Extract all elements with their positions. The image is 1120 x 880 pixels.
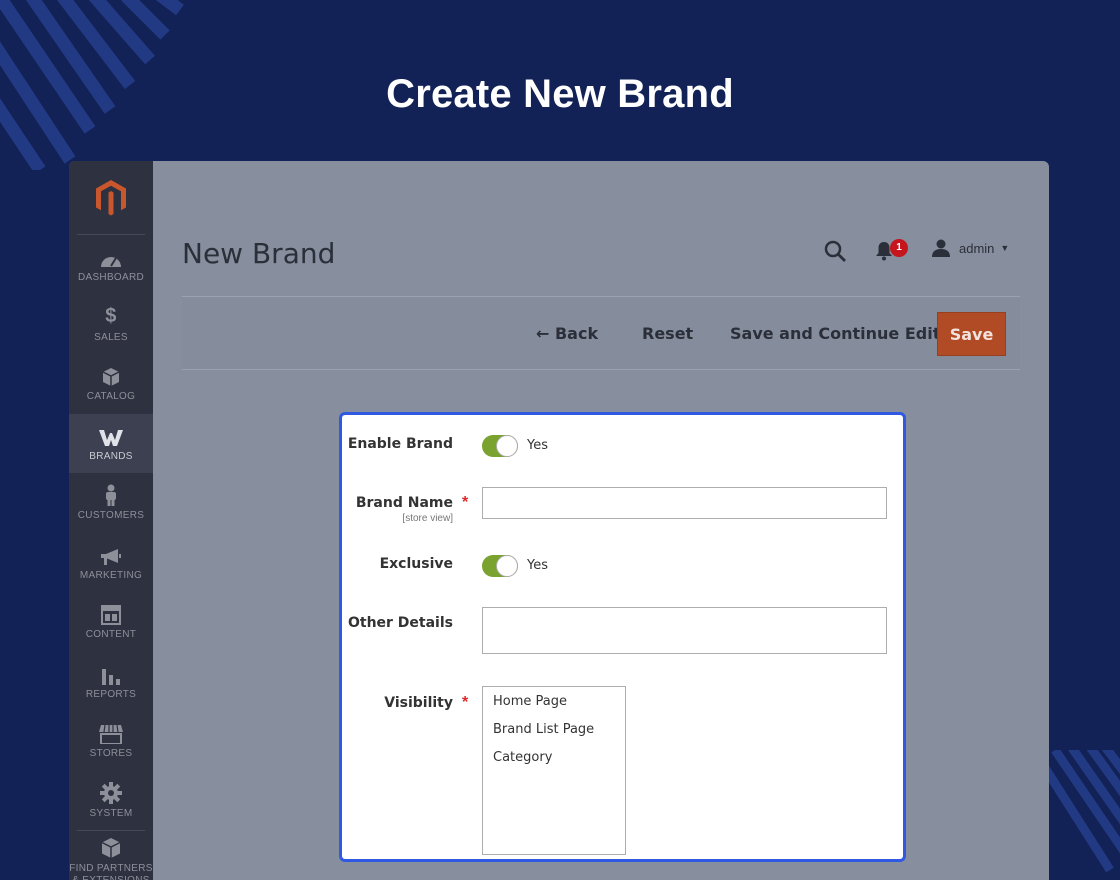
- dashboard-icon: [100, 246, 122, 268]
- box-icon: [102, 365, 120, 387]
- sidebar-item-sales[interactable]: $ SALES: [69, 295, 153, 355]
- sidebar: DASHBOARD $ SALES CATALOG BRANDS CUSTOME…: [69, 161, 153, 880]
- brand-name-input[interactable]: [482, 487, 887, 519]
- magento-logo[interactable]: [77, 161, 145, 235]
- search-icon: [824, 240, 846, 262]
- notification-badge: 1: [890, 239, 908, 257]
- sidebar-item-label: REPORTS: [85, 688, 137, 700]
- username: admin: [959, 240, 995, 256]
- bar-chart-icon: [101, 663, 121, 685]
- sidebar-item-label: BRANDS: [89, 450, 133, 462]
- admin-window: DASHBOARD $ SALES CATALOG BRANDS CUSTOME…: [69, 161, 1049, 880]
- dollar-icon: $: [105, 304, 117, 327]
- chevron-down-icon: ▼: [1000, 243, 1010, 253]
- promo-title: Create New Brand: [386, 72, 734, 116]
- save-button[interactable]: Save: [937, 312, 1006, 356]
- user-menu[interactable]: admin ▼: [931, 239, 1009, 257]
- visibility-label: Visibility: [384, 695, 453, 711]
- visibility-option[interactable]: Category: [483, 747, 625, 775]
- reset-button[interactable]: Reset: [642, 312, 693, 356]
- enable-brand-toggle[interactable]: [482, 435, 518, 457]
- gear-icon: [100, 781, 122, 804]
- search-button[interactable]: [823, 239, 847, 268]
- main-content: New Brand 1 admin ▼ ← Back Reset Save an…: [153, 161, 1049, 880]
- sidebar-item-brands[interactable]: BRANDS: [69, 413, 153, 473]
- sidebar-item-find-partners[interactable]: FIND PARTNERS & EXTENSIONS: [69, 830, 152, 880]
- required-marker: *: [462, 694, 469, 711]
- exclusive-label: Exclusive: [379, 556, 453, 572]
- storefront-icon: [99, 722, 123, 745]
- brands-icon: [98, 425, 124, 447]
- arrow-left-icon: ←: [536, 324, 550, 343]
- sidebar-item-system[interactable]: SYSTEM: [69, 771, 153, 831]
- layout-icon: [101, 603, 121, 626]
- person-icon: [104, 484, 118, 507]
- magento-logo-icon: [96, 179, 126, 215]
- page-title: New Brand: [182, 237, 336, 270]
- back-button[interactable]: ← Back: [536, 312, 598, 356]
- enable-brand-value: Yes: [527, 438, 548, 453]
- required-marker: *: [462, 494, 469, 511]
- back-button-label: Back: [554, 324, 599, 343]
- sidebar-item-label: MARKETING: [79, 569, 143, 581]
- enable-brand-label: Enable Brand: [347, 436, 453, 452]
- sidebar-item-dashboard[interactable]: DASHBOARD: [69, 235, 153, 295]
- sidebar-item-label: STORES: [89, 748, 133, 760]
- sidebar-item-customers[interactable]: CUSTOMERS: [69, 473, 153, 533]
- sidebar-item-label: DASHBOARD: [77, 272, 145, 284]
- sidebar-item-label: CONTENT: [85, 629, 137, 641]
- header-actions: 1 admin ▼: [823, 239, 1033, 269]
- sidebar-item-stores[interactable]: STORES: [69, 711, 153, 771]
- save-and-continue-button[interactable]: Save and Continue Edit: [730, 312, 940, 356]
- box-icon: [101, 837, 121, 859]
- exclusive-toggle[interactable]: [482, 555, 518, 577]
- page-actions-bar: ← Back Reset Save and Continue Edit Save: [182, 296, 1020, 370]
- other-details-textarea[interactable]: [482, 607, 887, 654]
- visibility-option[interactable]: Home Page: [483, 691, 625, 719]
- exclusive-value: Yes: [527, 558, 548, 573]
- toggle-knob: [496, 435, 518, 457]
- visibility-option[interactable]: Brand List Page: [483, 719, 625, 747]
- sidebar-item-content[interactable]: CONTENT: [69, 592, 153, 652]
- decorative-stripes-bottom-right: [1040, 750, 1120, 880]
- sidebar-item-marketing[interactable]: MARKETING: [69, 533, 153, 593]
- sidebar-item-label: SALES: [94, 331, 128, 343]
- sidebar-item-label: FIND PARTNERS & EXTENSIONS: [69, 862, 153, 880]
- sidebar-item-label: SYSTEM: [89, 807, 133, 819]
- sidebar-item-label: CATALOG: [86, 391, 136, 403]
- user-icon: [932, 239, 950, 257]
- sidebar-item-reports[interactable]: REPORTS: [69, 652, 153, 712]
- brand-form: Enable Brand Yes Brand Name * [store vie…: [339, 412, 906, 862]
- megaphone-icon: [100, 544, 122, 566]
- other-details-label: Other Details: [347, 615, 453, 631]
- toggle-knob: [496, 555, 518, 577]
- sidebar-item-catalog[interactable]: CATALOG: [69, 354, 153, 414]
- store-view-scope: [store view]: [402, 513, 453, 524]
- brand-name-label: Brand Name: [355, 495, 453, 511]
- sidebar-item-label: CUSTOMERS: [77, 510, 145, 522]
- visibility-multiselect[interactable]: Home Page Brand List Page Category: [482, 686, 626, 855]
